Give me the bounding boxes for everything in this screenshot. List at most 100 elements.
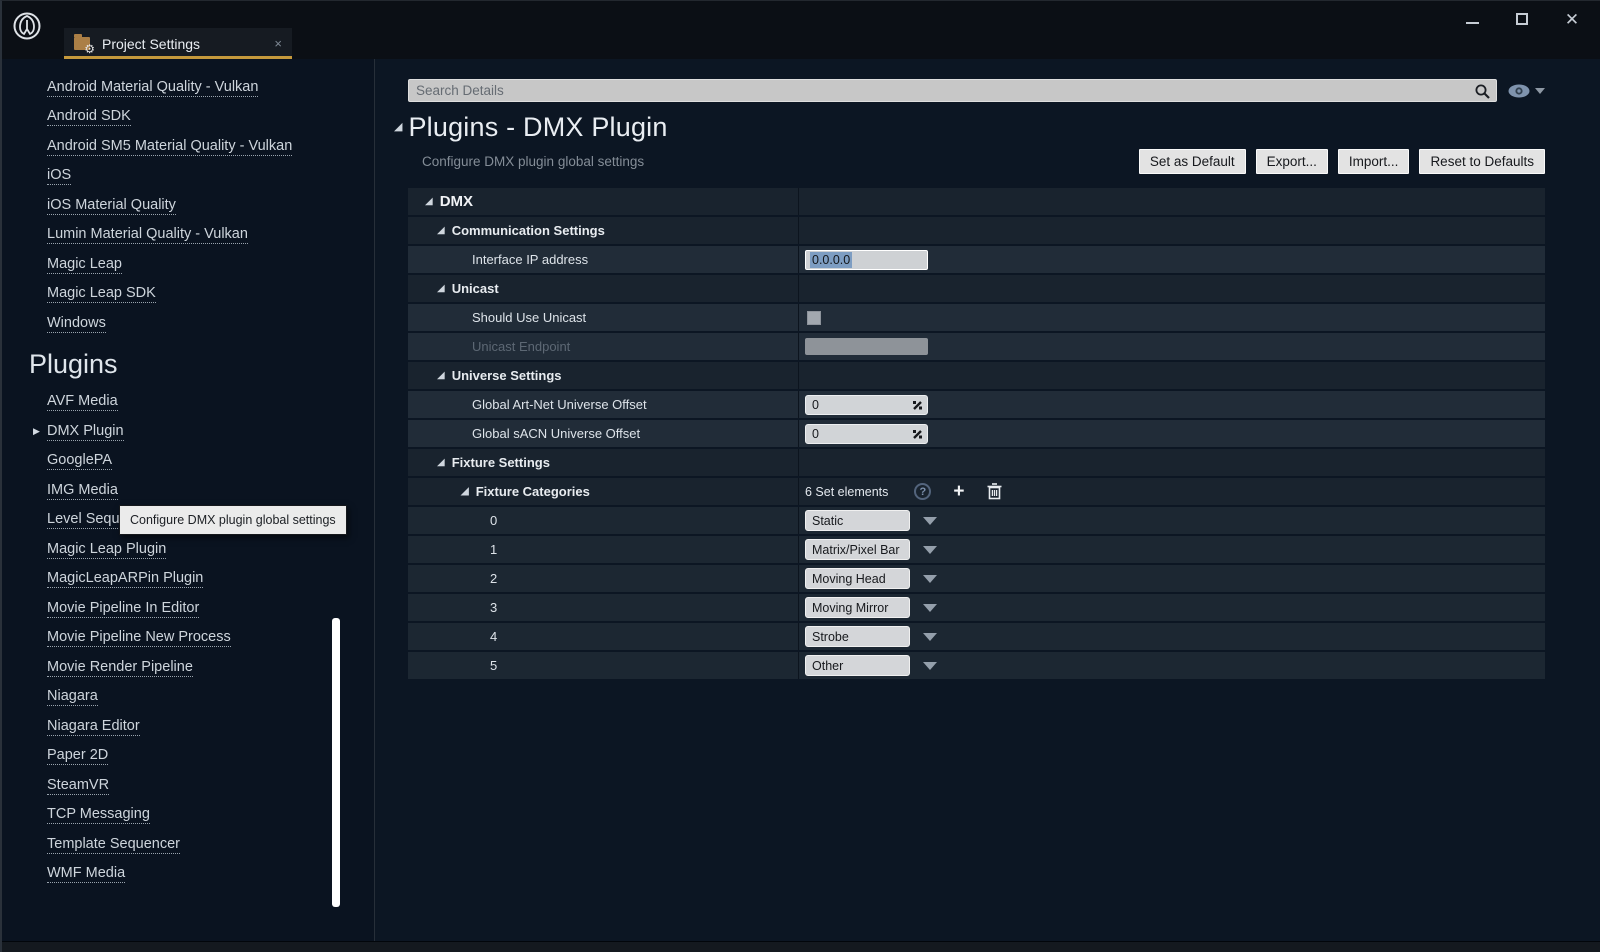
sidebar-item-label[interactable]: AVF Media xyxy=(47,393,118,411)
settings-section-row: ◢Unicast xyxy=(408,275,1545,302)
ip-address-field[interactable]: 0.0.0.0 xyxy=(805,250,928,270)
checkbox[interactable] xyxy=(807,311,821,325)
sidebar-item-label[interactable]: Niagara Editor xyxy=(47,718,140,736)
sidebar-item: iOS Material Quality xyxy=(2,191,374,221)
search-input[interactable] xyxy=(409,80,1496,101)
sidebar-item-label[interactable]: iOS Material Quality xyxy=(47,197,176,215)
sidebar-item-label[interactable]: Template Sequencer xyxy=(47,836,180,854)
view-options-button[interactable] xyxy=(1507,83,1545,99)
sidebar-item-label[interactable]: SteamVR xyxy=(47,777,109,795)
sidebar-item: TCP Messaging xyxy=(2,801,374,831)
sidebar-item: Template Sequencer xyxy=(2,830,374,860)
sidebar-item-label[interactable]: TCP Messaging xyxy=(47,806,150,824)
sidebar-item-label[interactable]: Magic Leap SDK xyxy=(47,285,156,303)
property-label: Global Art-Net Universe Offset xyxy=(408,397,647,412)
dropdown-arrow-icon[interactable] xyxy=(923,662,937,670)
search-details-box[interactable] xyxy=(408,79,1497,102)
category-dropdown[interactable]: Matrix/Pixel Bar xyxy=(805,539,910,560)
page-subtitle: Configure DMX plugin global settings xyxy=(408,154,644,169)
button-set-as-default[interactable]: Set as Default xyxy=(1139,149,1246,174)
sidebar-item: IMG Media xyxy=(2,476,374,506)
sidebar-item-label[interactable]: iOS xyxy=(47,167,71,185)
property-row: Interface IP address0.0.0.0 xyxy=(408,246,1545,273)
button-export[interactable]: Export... xyxy=(1256,149,1328,174)
category-dropdown-value: Other xyxy=(812,659,843,673)
sidebar-item-label[interactable]: Android SDK xyxy=(47,108,131,126)
sidebar-item-label[interactable]: Movie Pipeline In Editor xyxy=(47,600,199,618)
sidebar-item-label[interactable]: Magic Leap xyxy=(47,256,122,274)
sidebar-section-plugins: Plugins xyxy=(2,339,374,388)
numeric-spin-field[interactable]: 0 xyxy=(805,395,928,415)
expand-triangle-icon[interactable]: ◢ xyxy=(461,486,469,497)
expand-triangle-icon[interactable]: ◢ xyxy=(437,225,445,236)
expand-triangle-icon[interactable]: ◢ xyxy=(437,370,445,381)
project-settings-icon: ⚙ xyxy=(74,36,94,52)
sidebar-item-label[interactable]: Movie Pipeline New Process xyxy=(47,629,231,647)
chevron-down-icon xyxy=(1535,88,1545,94)
property-row: Unicast Endpoint xyxy=(408,333,1545,360)
disabled-field xyxy=(805,338,928,355)
button-reset-to-defaults[interactable]: Reset to Defaults xyxy=(1419,149,1545,174)
category-dropdown[interactable]: Strobe xyxy=(805,626,910,647)
tab-project-settings[interactable]: ⚙ Project Settings × xyxy=(64,28,292,59)
sidebar-item: Paper 2D xyxy=(2,742,374,772)
button-import[interactable]: Import... xyxy=(1338,149,1410,174)
sidebar-item: AVF Media xyxy=(2,388,374,418)
tooltip: Configure DMX plugin global settings xyxy=(119,505,347,535)
dropdown-arrow-icon[interactable] xyxy=(923,604,937,612)
minimize-button[interactable] xyxy=(1462,9,1482,29)
search-icon xyxy=(1474,83,1491,100)
expand-triangle-icon[interactable]: ◢ xyxy=(425,196,433,207)
expand-triangle-icon[interactable]: ◢ xyxy=(437,283,445,294)
drag-spinner-icon[interactable] xyxy=(911,428,924,441)
category-dropdown[interactable]: Moving Mirror xyxy=(805,597,910,618)
sidebar-item-label[interactable]: IMG Media xyxy=(47,482,118,500)
expand-triangle-icon[interactable]: ◢ xyxy=(437,457,445,468)
selected-item-arrow-icon: ▶ xyxy=(33,426,40,437)
help-icon[interactable]: ? xyxy=(914,483,931,500)
sidebar-item: Movie Pipeline In Editor xyxy=(2,594,374,624)
close-button[interactable]: ✕ xyxy=(1562,9,1582,29)
sidebar-item-label[interactable]: GooglePA xyxy=(47,452,112,470)
add-element-icon[interactable]: + xyxy=(953,482,964,501)
sidebar-item-label[interactable]: Niagara xyxy=(47,688,98,706)
sidebar-scrollbar-thumb[interactable] xyxy=(332,618,340,907)
category-dropdown[interactable]: Static xyxy=(805,510,910,531)
category-dropdown-value: Strobe xyxy=(812,630,849,644)
drag-spinner-icon[interactable] xyxy=(911,399,924,412)
sidebar-item: Magic Leap xyxy=(2,250,374,280)
sidebar-item: Lumin Material Quality - Vulkan xyxy=(2,221,374,251)
numeric-spin-field[interactable]: 0 xyxy=(805,424,928,444)
dropdown-arrow-icon[interactable] xyxy=(923,517,937,525)
property-row: Global Art-Net Universe Offset 0 xyxy=(408,391,1545,418)
spin-value: 0 xyxy=(812,398,819,412)
sidebar-item-label[interactable]: Windows xyxy=(47,315,106,333)
tab-close-icon[interactable]: × xyxy=(274,36,282,51)
category-dropdown[interactable]: Other xyxy=(805,655,910,676)
ip-address-value: 0.0.0.0 xyxy=(810,252,852,268)
property-label: Global sACN Universe Offset xyxy=(408,426,640,441)
dropdown-arrow-icon[interactable] xyxy=(923,546,937,554)
sidebar-item-label[interactable]: Magic Leap Plugin xyxy=(47,541,166,559)
maximize-button[interactable] xyxy=(1512,9,1532,29)
sidebar-item-label[interactable]: MagicLeapARPin Plugin xyxy=(47,570,203,588)
sidebar-item-label[interactable]: Paper 2D xyxy=(47,747,108,765)
unreal-engine-logo xyxy=(10,9,44,43)
delete-icon[interactable] xyxy=(987,483,1002,500)
sidebar-item-label[interactable]: Lumin Material Quality - Vulkan xyxy=(47,226,248,244)
sidebar-item-label[interactable]: DMX Plugin xyxy=(47,423,124,441)
category-dropdown[interactable]: Moving Head xyxy=(805,568,910,589)
header-expand-icon[interactable]: ◢ xyxy=(394,120,402,133)
sidebar-item: Android SM5 Material Quality - Vulkan xyxy=(2,132,374,162)
sidebar-item-label[interactable]: Movie Render Pipeline xyxy=(47,659,193,677)
sidebar-item-label[interactable]: Android SM5 Material Quality - Vulkan xyxy=(47,138,292,156)
sidebar-item-label[interactable]: WMF Media xyxy=(47,865,125,883)
page-title: Plugins - DMX Plugin xyxy=(408,112,667,143)
element-index: 3 xyxy=(408,600,497,615)
dropdown-arrow-icon[interactable] xyxy=(923,575,937,583)
sidebar-item-label[interactable]: Android Material Quality - Vulkan xyxy=(47,79,258,97)
spin-value: 0 xyxy=(812,427,819,441)
sidebar-item: Windows xyxy=(2,309,374,339)
dropdown-arrow-icon[interactable] xyxy=(923,633,937,641)
title-bar: ⚙ Project Settings × ✕ xyxy=(2,1,1600,59)
